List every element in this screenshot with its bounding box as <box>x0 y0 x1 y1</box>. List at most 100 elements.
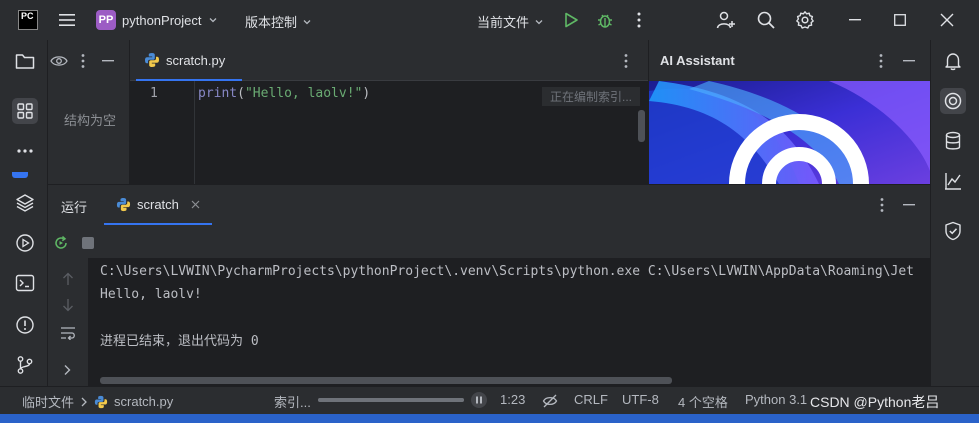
code-line[interactable]: print("Hello, laolv!") <box>198 86 370 101</box>
ai-assistant-title: AI Assistant <box>660 53 735 68</box>
interpreter-selector[interactable]: Python 3.1 <box>745 392 807 407</box>
editor-tab-label: scratch.py <box>166 52 226 68</box>
pause-indexing-button[interactable] <box>471 392 487 408</box>
indent-selector[interactable]: 4 个空格 <box>678 392 728 411</box>
structure-icon <box>17 103 33 119</box>
run-console-output[interactable]: C:\Users\LVWIN\PycharmProjects\pythonPro… <box>88 258 930 387</box>
breadcrumb: 临时文件 scratch.py <box>22 392 173 411</box>
scroll-up-icon[interactable] <box>62 272 74 286</box>
visibility-eye-icon[interactable] <box>50 54 68 68</box>
run-panel-title: 运行 <box>61 200 88 215</box>
close-tab-icon[interactable] <box>191 200 200 209</box>
main-menu-icon[interactable] <box>58 12 76 28</box>
debug-button[interactable] <box>595 10 615 30</box>
python-packages-tool-button[interactable] <box>12 190 38 216</box>
code-paren-close: ) <box>362 86 371 101</box>
encoding-selector[interactable]: UTF-8 <box>622 392 659 407</box>
caret-position[interactable]: 1:23 <box>500 392 525 407</box>
more-actions-icon[interactable] <box>636 11 642 29</box>
hide-ai-button[interactable] <box>903 60 915 62</box>
notifications-tool-button[interactable] <box>940 48 966 74</box>
editor-tab-options-icon[interactable] <box>624 53 628 69</box>
ai-assistant-tool-button[interactable] <box>940 88 966 114</box>
ellipsis-icon <box>17 149 33 153</box>
layers-icon <box>16 194 34 212</box>
pause-icon <box>476 396 482 404</box>
scroll-down-icon[interactable] <box>62 298 74 312</box>
security-tool-button[interactable] <box>940 218 966 244</box>
editor-tab-scratch[interactable]: scratch.py <box>136 40 242 81</box>
read-only-toggle-icon[interactable] <box>542 393 558 409</box>
code-paren-open: ( <box>237 86 245 101</box>
ai-assistant-banner-image <box>649 81 930 184</box>
close-window-button[interactable] <box>940 13 954 27</box>
pycharm-logo-icon: PC <box>18 10 38 30</box>
settings-gear-icon[interactable] <box>795 10 815 30</box>
run-configuration-selector[interactable]: 当前文件 <box>477 12 544 31</box>
chart-icon <box>945 173 961 190</box>
editor-tab-bar: scratch.py <box>130 40 648 81</box>
breadcrumb-file[interactable]: scratch.py <box>114 394 173 409</box>
line-ending-selector[interactable]: CRLF <box>574 392 608 407</box>
console-line: Hello, laolv! <box>100 287 202 302</box>
minimize-window-button[interactable] <box>849 19 861 21</box>
problems-tool-button[interactable] <box>12 312 38 338</box>
sciview-tool-button[interactable] <box>940 168 966 194</box>
structure-tool-button[interactable] <box>12 98 38 124</box>
code-function: print <box>198 86 238 101</box>
project-name: pythonProject <box>122 12 202 28</box>
minimize-icon <box>903 204 915 206</box>
hide-run-button[interactable] <box>903 204 915 206</box>
hide-structure-button[interactable] <box>102 60 114 62</box>
run-tab-scratch[interactable]: scratch <box>104 185 212 225</box>
structure-empty-text: 结构为空 <box>64 113 117 128</box>
console-horizontal-scrollbar[interactable] <box>100 377 672 384</box>
indexing-progress-bar <box>318 398 464 402</box>
chevron-down-icon <box>303 19 311 24</box>
vcs-menu[interactable]: 版本控制 <box>245 12 312 31</box>
line-number-gutter: 1 <box>130 81 195 184</box>
run-options-icon[interactable] <box>880 197 884 213</box>
warning-circle-icon <box>16 316 34 334</box>
ai-options-icon[interactable] <box>879 53 883 69</box>
editor-scrollbar[interactable] <box>638 110 645 142</box>
services-tool-button[interactable] <box>12 230 38 256</box>
active-indicator <box>12 172 28 178</box>
console-line: C:\Users\LVWIN\PycharmProjects\pythonPro… <box>100 264 914 279</box>
project-tool-button[interactable] <box>12 48 38 74</box>
shield-check-icon <box>945 221 961 241</box>
bug-icon <box>598 14 612 28</box>
terminal-icon <box>15 274 35 292</box>
structure-options-icon[interactable] <box>81 53 85 69</box>
run-tab-label: scratch <box>137 197 179 212</box>
search-everywhere-icon[interactable] <box>756 10 776 30</box>
minimize-icon <box>903 60 915 62</box>
breadcrumb-root[interactable]: 临时文件 <box>22 392 74 411</box>
run-config-label: 当前文件 <box>477 15 530 30</box>
active-tab-indicator <box>104 223 212 225</box>
code-string: "Hello, laolv!" <box>244 86 363 101</box>
python-file-icon <box>145 53 159 67</box>
chevron-down-icon <box>535 19 543 24</box>
terminal-tool-button[interactable] <box>12 270 38 296</box>
run-button[interactable] <box>562 11 580 29</box>
database-tool-button[interactable] <box>940 128 966 154</box>
rerun-button[interactable] <box>53 235 69 251</box>
ai-spiral-icon <box>944 92 962 110</box>
status-bar: 临时文件 scratch.py 索引... 1:23 CRLF UTF-8 4 … <box>0 386 979 414</box>
maximize-window-button[interactable] <box>894 14 906 26</box>
more-tool-windows-button[interactable] <box>12 138 38 164</box>
stop-button[interactable] <box>82 237 94 249</box>
project-badge: PP <box>96 10 116 30</box>
indexing-status-label: 索引... <box>274 395 311 410</box>
code-with-me-icon[interactable] <box>716 10 736 30</box>
close-icon <box>940 13 954 27</box>
project-selector[interactable]: PP pythonProject <box>96 10 218 30</box>
rerun-icon <box>55 235 67 249</box>
git-tool-button[interactable] <box>12 352 38 378</box>
database-icon <box>945 131 961 150</box>
soft-wrap-icon[interactable] <box>60 326 76 340</box>
expand-toolbar-icon[interactable] <box>63 364 71 376</box>
folder-icon <box>15 54 35 69</box>
ai-assistant-panel: AI Assistant <box>648 40 930 184</box>
